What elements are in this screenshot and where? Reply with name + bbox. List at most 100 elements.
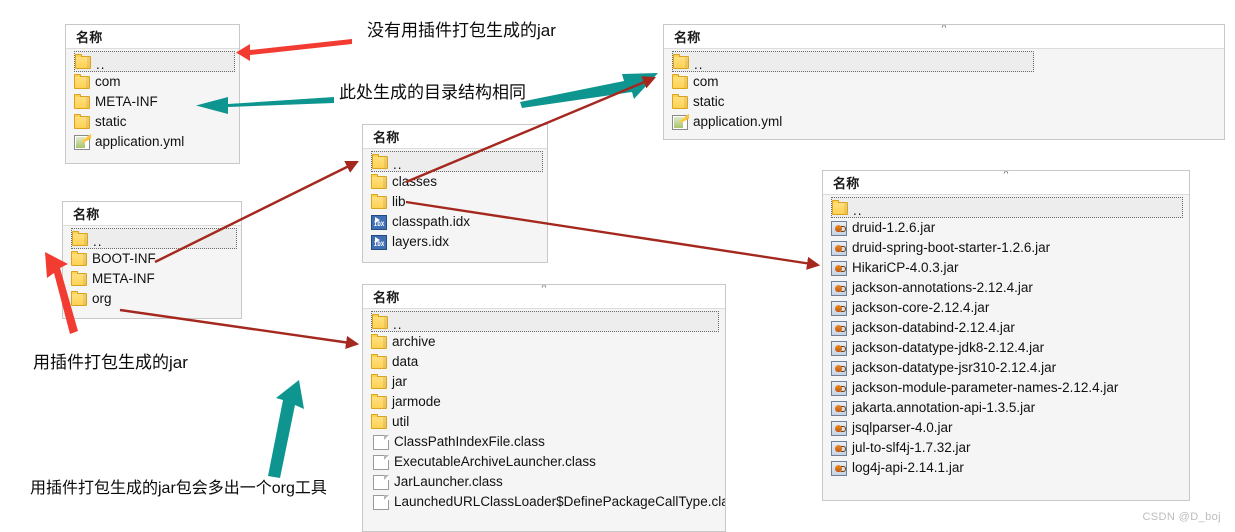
- list-item[interactable]: ..: [371, 311, 719, 332]
- list-item[interactable]: META-INF: [63, 269, 241, 289]
- list-item-label: lib: [392, 194, 406, 210]
- classes-directory-panel[interactable]: 名称 ^ .. com static application.yml: [663, 24, 1225, 140]
- annotation-no-plugin-jar: 没有用插件打包生成的jar: [367, 21, 556, 40]
- list-item-label: HikariCP-4.0.3.jar: [852, 260, 959, 276]
- list-item[interactable]: jackson-annotations-2.12.4.jar: [823, 278, 1189, 298]
- list-item[interactable]: jarmode: [363, 392, 725, 412]
- list-item-label: ..: [393, 156, 403, 172]
- jar-file-icon: [831, 240, 847, 256]
- list-item[interactable]: lib: [363, 192, 547, 212]
- list-item-label: jackson-databind-2.12.4.jar: [852, 320, 1015, 336]
- yml-file-icon: [74, 134, 90, 150]
- list-item-label: ..: [93, 233, 103, 249]
- arrow-teal-to-org-folder: [268, 380, 304, 478]
- list-item[interactable]: druid-1.2.6.jar: [823, 218, 1189, 238]
- folder-icon: [74, 114, 90, 129]
- list-item-label: ..: [96, 56, 106, 72]
- list-item[interactable]: util: [363, 412, 725, 432]
- list-item[interactable]: JarLauncher.class: [363, 472, 725, 492]
- list-item[interactable]: ..: [831, 197, 1183, 218]
- list-item[interactable]: org: [63, 289, 241, 309]
- list-item-label: jackson-module-parameter-names-2.12.4.ja…: [852, 380, 1119, 396]
- list-item[interactable]: ExecutableArchiveLauncher.class: [363, 452, 725, 472]
- folder-icon: [371, 414, 387, 429]
- list-item[interactable]: static: [664, 92, 1224, 112]
- list-item[interactable]: ..: [371, 151, 543, 172]
- list-item[interactable]: com: [66, 72, 239, 92]
- column-header-row: 名称: [363, 125, 547, 149]
- class-file-icon: [373, 454, 389, 470]
- list-item[interactable]: ClassPathIndexFile.class: [363, 432, 725, 452]
- folder-icon: [371, 194, 387, 209]
- list-item[interactable]: jackson-datatype-jsr310-2.12.4.jar: [823, 358, 1189, 378]
- jar-file-icon: [831, 280, 847, 296]
- list-item-label: static: [693, 94, 725, 110]
- watermark: CSDN @D_boj: [1142, 511, 1221, 523]
- plugin-jar-root-panel[interactable]: 名称 .. BOOT-INF META-INF org: [62, 201, 242, 319]
- list-item[interactable]: druid-spring-boot-starter-1.2.6.jar: [823, 238, 1189, 258]
- list-item-label: util: [392, 414, 410, 430]
- plain-jar-root-panel[interactable]: 名称 .. com META-INF static application.ym…: [65, 24, 240, 164]
- list-item-label: jackson-datatype-jsr310-2.12.4.jar: [852, 360, 1057, 376]
- sort-ascending-icon[interactable]: ^: [1004, 171, 1009, 180]
- file-list: .. com META-INF static application.yml: [66, 49, 239, 156]
- column-header-row: 名称 ^: [664, 25, 1224, 49]
- list-item[interactable]: jakarta.annotation-api-1.3.5.jar: [823, 398, 1189, 418]
- list-item[interactable]: application.yml: [66, 132, 239, 152]
- file-list: .. classes lib IDX classpath.idx IDX lay…: [363, 149, 547, 256]
- sort-ascending-icon[interactable]: ^: [942, 25, 947, 34]
- list-item-label: JarLauncher.class: [394, 474, 503, 490]
- list-item-label: jul-to-slf4j-1.7.32.jar: [852, 440, 971, 456]
- jar-file-icon: [831, 360, 847, 376]
- list-item[interactable]: META-INF: [66, 92, 239, 112]
- list-item[interactable]: data: [363, 352, 725, 372]
- list-item[interactable]: ..: [74, 51, 235, 72]
- folder-icon: [371, 354, 387, 369]
- list-item[interactable]: jsqlparser-4.0.jar: [823, 418, 1189, 438]
- jar-file-icon: [831, 440, 847, 456]
- list-item[interactable]: IDX classpath.idx: [363, 212, 547, 232]
- list-item[interactable]: jackson-databind-2.12.4.jar: [823, 318, 1189, 338]
- list-item-label: classes: [392, 174, 438, 190]
- list-item[interactable]: LaunchedURLClassLoader$DefinePackageCall…: [363, 492, 725, 512]
- list-item[interactable]: archive: [363, 332, 725, 352]
- lib-jars-panel[interactable]: 名称 ^ .. druid-1.2.6.jar druid-spring-boo…: [822, 170, 1190, 501]
- folder-icon: [75, 53, 91, 69]
- list-item[interactable]: com: [664, 72, 1224, 92]
- list-item[interactable]: classes: [363, 172, 547, 192]
- file-list: .. druid-1.2.6.jar druid-spring-boot-sta…: [823, 195, 1189, 482]
- idx-file-icon: IDX: [371, 234, 387, 250]
- list-item[interactable]: jackson-module-parameter-names-2.12.4.ja…: [823, 378, 1189, 398]
- list-item[interactable]: application.yml: [664, 112, 1224, 132]
- list-item[interactable]: jul-to-slf4j-1.7.32.jar: [823, 438, 1189, 458]
- class-file-icon: [373, 494, 389, 510]
- list-item-label: log4j-api-2.14.1.jar: [852, 460, 964, 476]
- file-list: .. archive data jar jarmode util ClassPa…: [363, 309, 725, 516]
- list-item[interactable]: jackson-datatype-jdk8-2.12.4.jar: [823, 338, 1189, 358]
- class-file-icon: [373, 474, 389, 490]
- org-loader-panel[interactable]: 名称 ^ .. archive data jar jarmode util Cl…: [362, 284, 726, 532]
- list-item[interactable]: ..: [672, 51, 1034, 72]
- idx-file-icon: IDX: [371, 214, 387, 230]
- boot-inf-panel[interactable]: 名称 .. classes lib IDX classpath.idx IDX …: [362, 124, 548, 263]
- list-item[interactable]: static: [66, 112, 239, 132]
- jar-file-icon: [831, 460, 847, 476]
- list-item[interactable]: BOOT-INF: [63, 249, 241, 269]
- folder-icon: [372, 313, 388, 329]
- column-header-row: 名称: [66, 25, 239, 49]
- list-item-label: data: [392, 354, 419, 370]
- annotation-plugin-jar-org: 用插件打包生成的jar包会多出一个org工具: [30, 480, 327, 497]
- list-item[interactable]: log4j-api-2.14.1.jar: [823, 458, 1189, 478]
- folder-icon: [74, 74, 90, 89]
- list-item[interactable]: IDX layers.idx: [363, 232, 547, 252]
- list-item[interactable]: jackson-core-2.12.4.jar: [823, 298, 1189, 318]
- sort-ascending-icon[interactable]: ^: [542, 285, 547, 294]
- list-item[interactable]: HikariCP-4.0.3.jar: [823, 258, 1189, 278]
- folder-icon: [74, 94, 90, 109]
- column-header-name: 名称: [73, 207, 100, 222]
- jar-file-icon: [831, 300, 847, 316]
- list-item-label: static: [95, 114, 127, 130]
- list-item[interactable]: ..: [71, 228, 237, 249]
- list-item[interactable]: jar: [363, 372, 725, 392]
- arrow-red-to-plain-jar: [236, 39, 352, 61]
